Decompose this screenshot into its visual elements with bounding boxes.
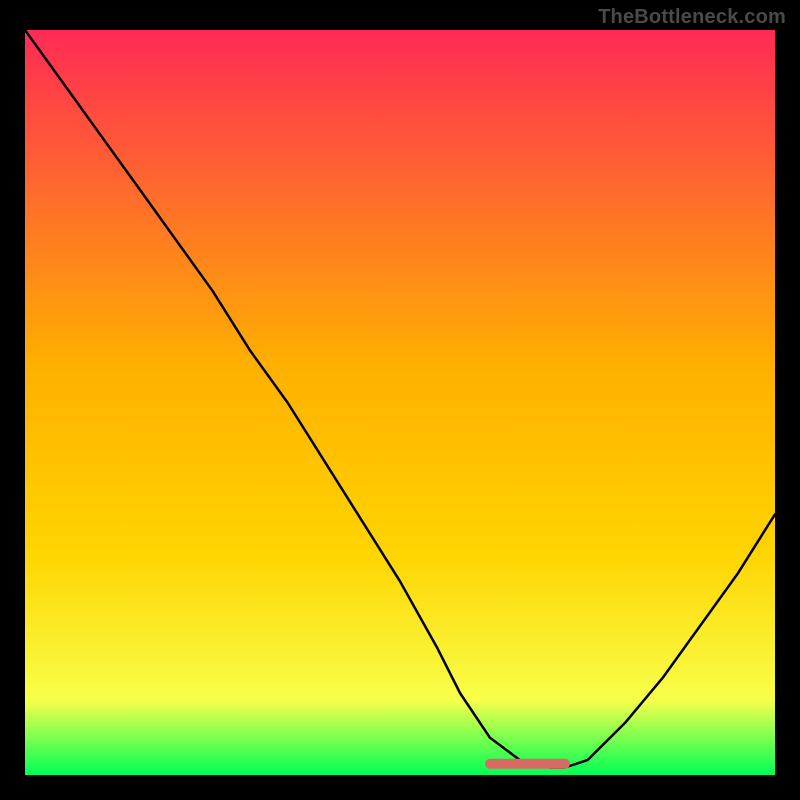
chart-svg <box>25 30 775 775</box>
plot-area <box>25 30 775 775</box>
gradient-background <box>25 30 775 775</box>
watermark-text: TheBottleneck.com <box>598 6 786 29</box>
chart-stage: TheBottleneck.com <box>0 0 800 800</box>
